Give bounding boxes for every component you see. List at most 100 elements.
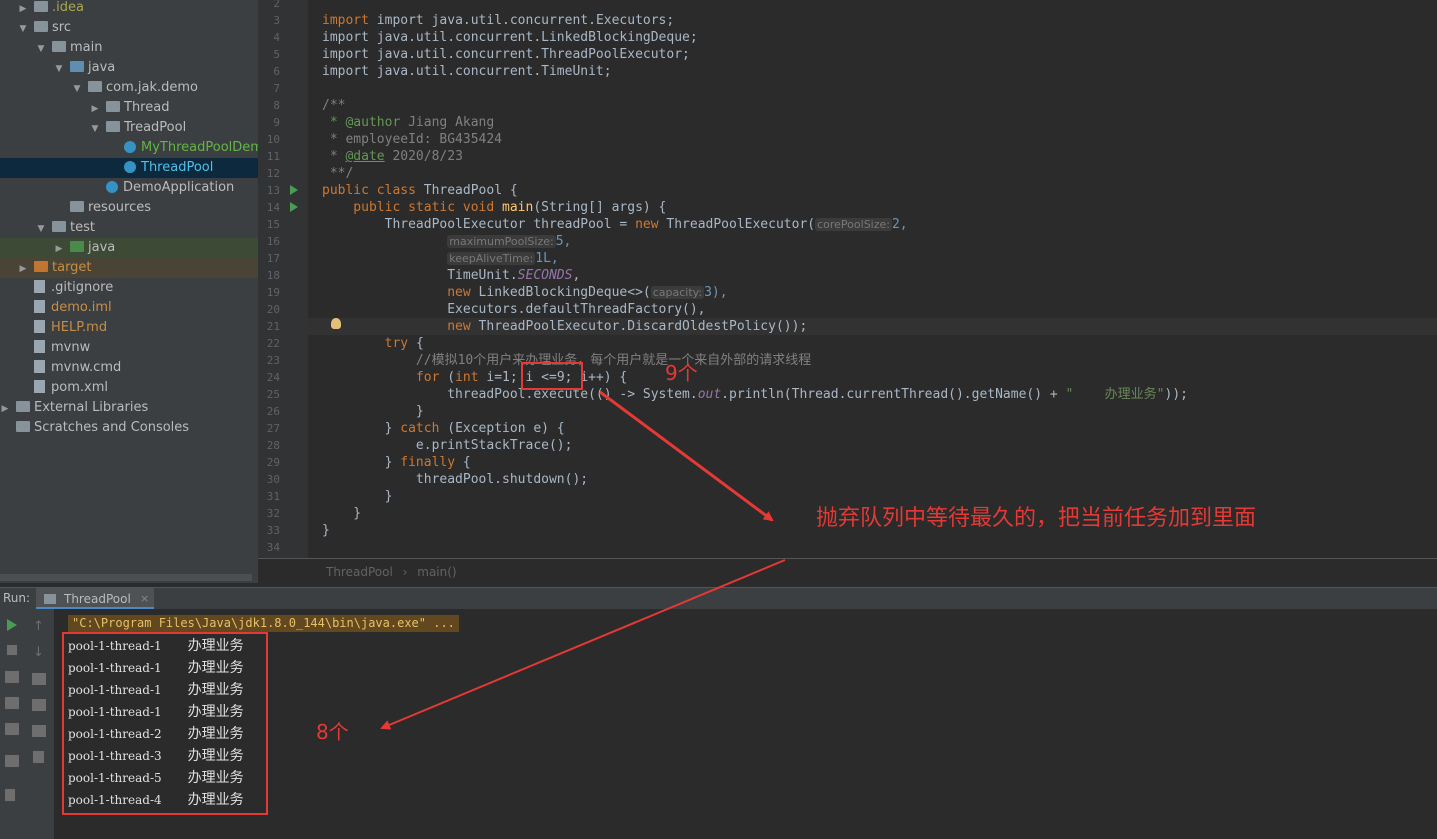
code-line-19: new LinkedBlockingDeque<>(capacity: 3), xyxy=(322,284,727,301)
tree-scrollbar[interactable] xyxy=(0,574,252,581)
chevron-right-icon[interactable]: ▶ xyxy=(18,259,28,279)
lightbulb-icon[interactable] xyxy=(331,318,341,329)
tree-item[interactable]: ▶ External Libraries xyxy=(0,398,258,418)
debug-icon[interactable] xyxy=(5,697,19,709)
code-text: } xyxy=(322,421,401,436)
chevron-down-icon[interactable]: ▼ xyxy=(18,19,28,39)
code-text: LinkedBlockingDeque<>( xyxy=(478,285,651,300)
tree-item[interactable]: ▼ test xyxy=(0,218,258,238)
code-text: threadPool.shutdown(); xyxy=(322,472,589,487)
chevron-down-icon[interactable]: ▼ xyxy=(72,79,82,99)
code-line-33: } xyxy=(322,522,330,539)
trash-icon[interactable] xyxy=(33,751,44,763)
project-tree: ▶ .idea ▼ src ▼ main ▼ java ▼ com.jak.demo ▶ Thread… xyxy=(0,0,258,583)
tree-item[interactable]: ThreadPool xyxy=(0,158,258,178)
code-text: } xyxy=(322,506,362,521)
line-number: 34 xyxy=(266,541,280,554)
java-class-icon xyxy=(124,140,136,153)
chevron-right-icon[interactable]: ▶ xyxy=(90,99,100,119)
file-icon xyxy=(34,280,45,293)
code-text: 2020/8/23 xyxy=(384,149,463,164)
param-hint: keepAliveTime: xyxy=(447,252,536,265)
tree-item-label: demo.iml xyxy=(51,300,112,315)
line-number: 26 xyxy=(266,405,280,418)
code-line-26: } xyxy=(322,403,424,420)
run-label: Run: xyxy=(3,591,31,605)
code-editor[interactable]: import import java.util.concurrent.Execu… xyxy=(308,0,1437,558)
line-number: 23 xyxy=(266,354,280,367)
tree-item[interactable]: HELP.md xyxy=(0,318,258,338)
tree-item[interactable]: ▼ TreadPool xyxy=(0,118,258,138)
code-text: import java.util.concurrent.Executors; xyxy=(376,13,675,28)
tree-item[interactable]: ▼ com.jak.demo xyxy=(0,78,258,98)
tree-item-label: test xyxy=(70,220,95,235)
tree-item[interactable]: ▶ Thread xyxy=(0,98,258,118)
java-class-icon xyxy=(106,180,118,193)
chevron-down-icon[interactable]: ▼ xyxy=(36,219,46,239)
run-gutter-icon[interactable] xyxy=(290,202,298,212)
tree-item[interactable]: ▼ java xyxy=(0,58,258,78)
tree-item-label: .idea xyxy=(52,0,84,15)
chevron-right-icon[interactable]: ▶ xyxy=(18,0,28,19)
tree-item[interactable]: resources xyxy=(0,198,258,218)
chevron-down-icon[interactable]: ▼ xyxy=(36,39,46,59)
line-number: 25 xyxy=(266,388,280,401)
file-icon xyxy=(34,380,45,393)
print-icon[interactable] xyxy=(32,725,46,737)
soft-wrap-icon[interactable] xyxy=(32,673,46,685)
folder-icon xyxy=(106,101,120,112)
scroll-to-end-icon[interactable] xyxy=(32,699,46,711)
line-number: 6 xyxy=(273,65,280,78)
code-text: public static void xyxy=(322,200,503,215)
tree-item[interactable]: ▶ java xyxy=(0,238,258,258)
tree-item[interactable]: ▶ target xyxy=(0,258,258,278)
code-line-11: * @date 2020/8/23 xyxy=(322,148,463,165)
rerun-icon[interactable] xyxy=(7,619,17,631)
arrow-up-icon[interactable]: ↑ xyxy=(33,619,47,634)
tree-item[interactable]: demo.iml xyxy=(0,298,258,318)
tree-item[interactable]: ▼ main xyxy=(0,38,258,58)
tree-item[interactable]: .gitignore xyxy=(0,278,258,298)
tree-item[interactable]: ▶ .idea xyxy=(0,0,258,18)
code-text: } xyxy=(322,404,424,419)
code-text: new xyxy=(635,217,667,232)
tree-item[interactable]: ▼ src xyxy=(0,18,258,38)
line-number: 19 xyxy=(266,286,280,299)
annotation-explain: 抛弃队列中等待最久的，把当前任务加到里面 xyxy=(816,506,1257,531)
code-text: } xyxy=(322,489,393,504)
folder-icon xyxy=(88,81,102,92)
stop-icon[interactable] xyxy=(7,645,17,655)
tree-item[interactable]: Scratches and Consoles xyxy=(0,418,258,438)
camera-icon[interactable] xyxy=(5,671,19,683)
code-line-29: } finally { xyxy=(322,454,471,471)
run-gutter-icon[interactable] xyxy=(290,185,298,195)
code-text: , xyxy=(572,268,581,283)
chevron-right-icon[interactable]: ▶ xyxy=(0,399,10,419)
code-text: ThreadPoolExecutor threadPool = xyxy=(322,217,636,232)
code-line-25: threadPool.execute(() -> System.out.prin… xyxy=(322,386,1188,403)
chevron-right-icon[interactable]: ▶ xyxy=(54,239,64,259)
breadcrumb-method[interactable]: main() xyxy=(417,565,456,579)
code-line-10: * employeeId: BG435424 xyxy=(322,131,502,148)
line-number: 17 xyxy=(266,252,280,265)
tab-threadpool[interactable]: ThreadPool × xyxy=(36,588,154,610)
arrow-down-icon[interactable]: ↓ xyxy=(33,645,47,660)
folder-icon xyxy=(34,21,48,32)
tree-item[interactable]: pom.xml xyxy=(0,378,258,398)
close-icon[interactable]: × xyxy=(140,588,149,610)
tree-item[interactable]: DemoApplication xyxy=(0,178,258,198)
tree-item[interactable]: MyThreadPoolDemo xyxy=(0,138,258,158)
tree-item[interactable]: mvnw xyxy=(0,338,258,358)
code-text: * @author xyxy=(322,115,401,130)
line-number: 4 xyxy=(273,31,280,44)
code-text: e.printStackTrace(); xyxy=(322,438,573,453)
chevron-down-icon[interactable]: ▼ xyxy=(90,119,100,139)
tree-item-label: Thread xyxy=(124,100,170,115)
pin-icon[interactable] xyxy=(5,789,15,801)
breadcrumb-class[interactable]: ThreadPool xyxy=(326,565,393,579)
tree-item[interactable]: mvnw.cmd xyxy=(0,358,258,378)
layout-icon[interactable] xyxy=(5,755,19,767)
exit-icon[interactable] xyxy=(5,723,19,735)
chevron-down-icon[interactable]: ▼ xyxy=(54,59,64,79)
